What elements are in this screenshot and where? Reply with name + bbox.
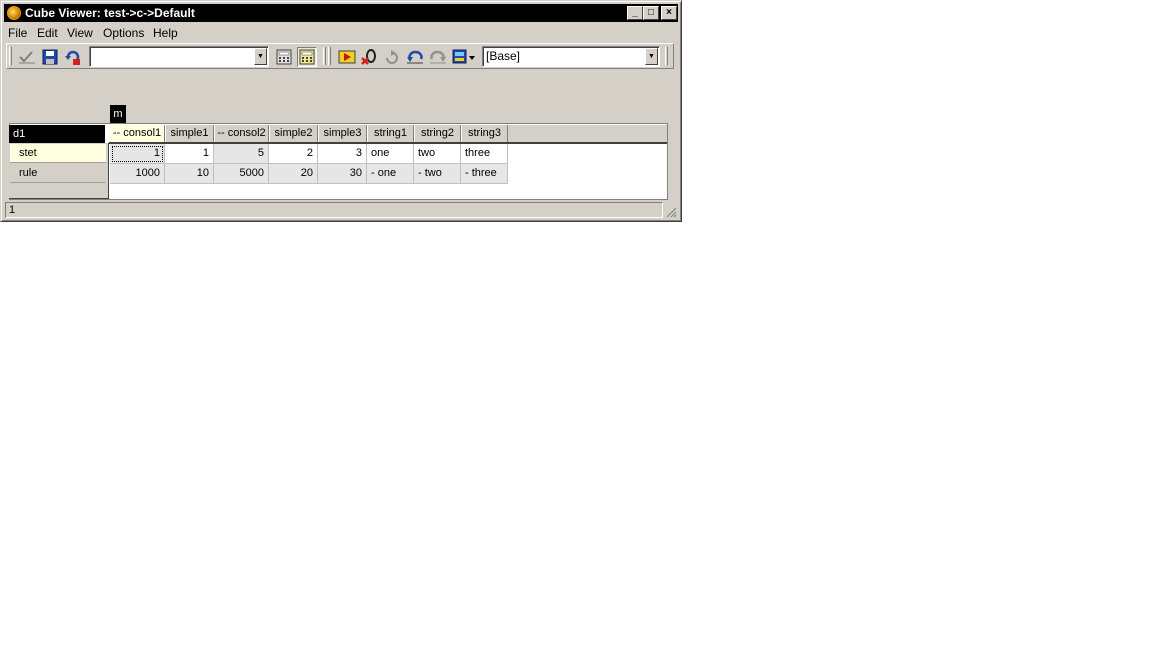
data-cell[interactable]: 1 — [110, 144, 165, 164]
menu-file[interactable]: File — [8, 26, 27, 40]
data-cell[interactable]: 30 — [318, 164, 367, 184]
reload-button[interactable] — [63, 47, 83, 67]
maximize-button[interactable]: □ — [643, 6, 659, 20]
column-header[interactable]: -- consol1 — [109, 125, 165, 142]
column-header[interactable]: string2 — [414, 125, 461, 142]
data-cell[interactable]: three — [461, 144, 508, 164]
chevron-down-icon[interactable]: ▼ — [254, 48, 267, 65]
refresh-button[interactable] — [382, 47, 402, 67]
data-cell[interactable]: 3 — [318, 144, 367, 164]
auto-calc-button[interactable] — [297, 47, 317, 67]
column-header[interactable]: -- consol2 — [214, 125, 269, 142]
status-text: 1 — [9, 204, 16, 216]
row-header-stet[interactable]: stet — [10, 144, 106, 163]
row-headers: stet rule — [9, 143, 109, 199]
column-dimension-chip[interactable]: m — [110, 105, 126, 123]
save-icon — [42, 49, 58, 65]
zoom-button[interactable] — [337, 47, 357, 67]
auto-calc-icon — [299, 49, 315, 65]
row-header-rule[interactable]: rule — [10, 164, 106, 183]
redo-icon — [430, 50, 446, 64]
recalc-check-icon — [19, 51, 35, 64]
toolbar-grip[interactable] — [665, 47, 668, 65]
status-bar: 1 — [5, 202, 663, 218]
column-header[interactable]: simple3 — [318, 125, 367, 142]
export-icon — [452, 49, 475, 64]
data-cell[interactable]: - three — [461, 164, 508, 184]
menu-bar: File Edit View Options Help — [4, 23, 678, 41]
app-icon[interactable] — [7, 6, 21, 20]
redo-button[interactable] — [428, 47, 448, 67]
arrow-zoom-icon — [338, 50, 356, 64]
calculator-icon — [276, 49, 292, 65]
toolbar-separator — [328, 47, 331, 65]
column-header[interactable]: string3 — [461, 125, 508, 142]
title-bar[interactable]: Cube Viewer: test->c->Default _ □ × — [4, 4, 678, 22]
column-header[interactable]: simple1 — [165, 125, 214, 142]
data-cell[interactable]: 10 — [165, 164, 214, 184]
toolbar: ▼ [Base] ▼ — [6, 43, 674, 69]
chevron-down-icon[interactable]: ▼ — [645, 48, 658, 65]
save-button[interactable] — [40, 47, 60, 67]
calculate-button[interactable] — [274, 47, 294, 67]
zero-suppress-icon — [361, 49, 376, 65]
column-header[interactable]: string1 — [367, 125, 414, 142]
data-cell[interactable]: two — [414, 144, 461, 164]
maximize-icon: □ — [647, 7, 655, 18]
data-cell[interactable]: 5 — [214, 144, 269, 164]
recalc-button[interactable] — [17, 47, 37, 67]
reload-icon — [65, 50, 80, 65]
data-cell[interactable]: 1000 — [110, 164, 165, 184]
cube-viewer-window: Cube Viewer: test->c->Default _ □ × File… — [0, 0, 682, 222]
data-cell[interactable]: 5000 — [214, 164, 269, 184]
minimize-button[interactable]: _ — [627, 6, 643, 20]
close-button[interactable]: × — [661, 6, 677, 20]
toolbar-grip[interactable] — [9, 47, 12, 65]
column-headers: -- consol1 simple1 -- consol2 simple2 si… — [109, 125, 667, 144]
data-cell[interactable]: 20 — [269, 164, 318, 184]
menu-help[interactable]: Help — [153, 26, 178, 40]
menu-options[interactable]: Options — [103, 26, 144, 40]
subset-combo-value: [Base] — [486, 49, 521, 63]
refresh-icon — [386, 50, 398, 64]
menu-view[interactable]: View — [67, 26, 93, 40]
undo-button[interactable] — [405, 47, 425, 67]
export-button[interactable] — [451, 47, 477, 67]
view-combo[interactable]: ▼ — [89, 46, 269, 67]
zero-suppress-button[interactable] — [359, 47, 379, 67]
row-dimension-chip[interactable]: d1 — [9, 125, 105, 143]
window-title: Cube Viewer: test->c->Default — [25, 6, 195, 20]
data-cell[interactable]: 1 — [165, 144, 214, 164]
data-cell[interactable]: 2 — [269, 144, 318, 164]
close-icon: × — [666, 7, 672, 18]
undo-icon — [407, 50, 423, 64]
data-cell[interactable]: one — [367, 144, 414, 164]
resize-grip-icon[interactable] — [665, 206, 677, 218]
column-header[interactable]: simple2 — [269, 125, 318, 142]
menu-edit[interactable]: Edit — [37, 26, 58, 40]
minimize-icon: _ — [632, 7, 638, 18]
data-cell[interactable]: - one — [367, 164, 414, 184]
data-cell[interactable]: - two — [414, 164, 461, 184]
subset-combo[interactable]: [Base] ▼ — [482, 46, 660, 67]
toolbar-separator — [323, 47, 326, 65]
